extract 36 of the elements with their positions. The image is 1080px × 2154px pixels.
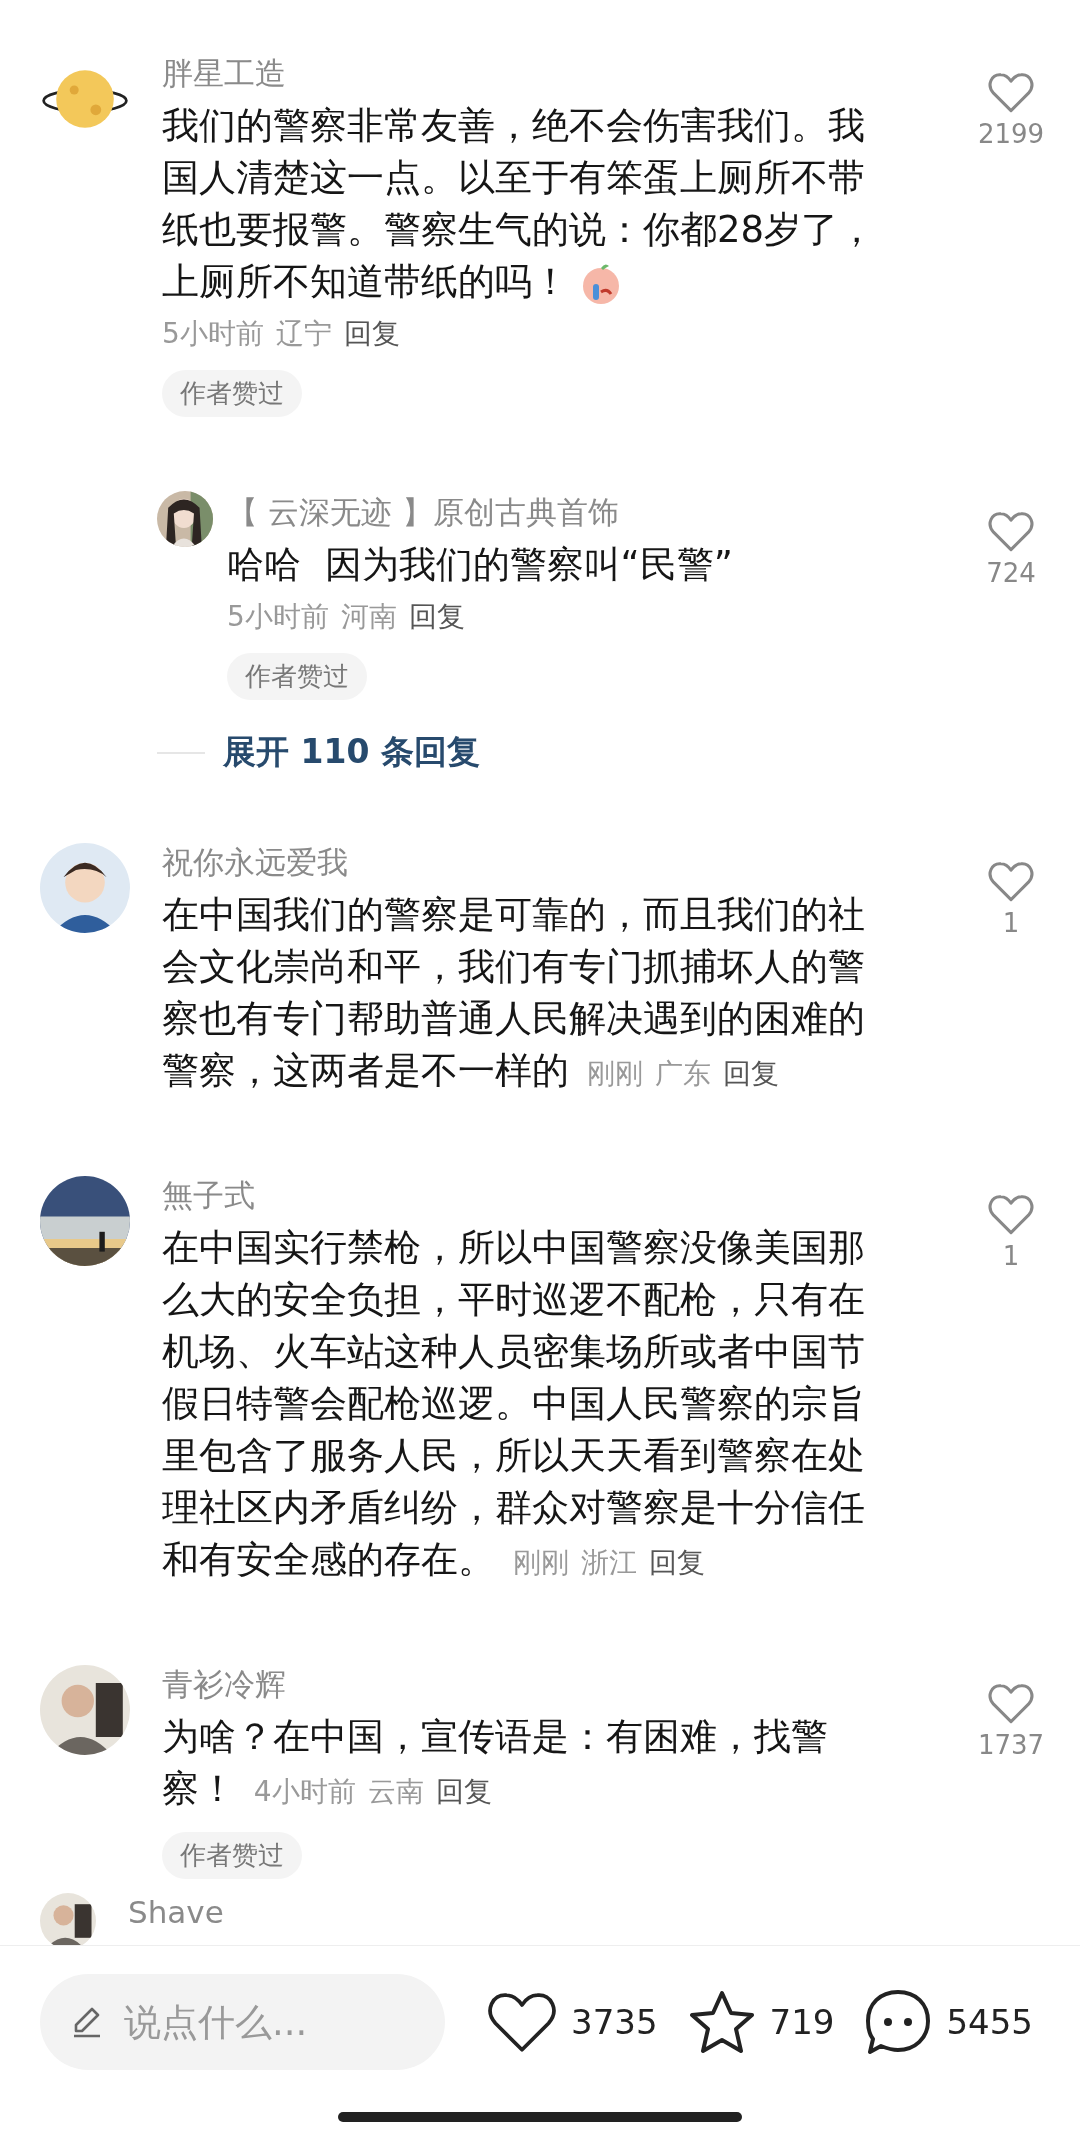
heart-icon[interactable] — [487, 1990, 557, 2054]
comment-location: 河南 — [340, 600, 397, 633]
comment-time: 刚刚 — [586, 1057, 643, 1090]
comment-location: 浙江 — [580, 1546, 637, 1579]
like-count: 1 — [1002, 908, 1020, 939]
comment-location: 辽宁 — [275, 317, 332, 350]
like-count: 1737 — [977, 1730, 1045, 1761]
comment-text: 为啥？在中国，宣传语是：有困难，找警察！ 4小时前 云南 回复 — [162, 1714, 829, 1812]
reply-link[interactable]: 回复 — [435, 1775, 492, 1808]
comment-total: 5455 — [946, 2002, 1033, 2042]
like-count: 2199 — [977, 119, 1045, 150]
comment-time: 5小时前 — [162, 317, 264, 350]
author-liked-badge: 作者赞过 — [162, 370, 302, 417]
like-total: 3735 — [571, 2002, 658, 2042]
author-liked-badge: 作者赞过 — [227, 653, 367, 700]
reply-link[interactable]: 回复 — [408, 600, 465, 633]
comment-location: 广东 — [654, 1057, 711, 1090]
expand-replies-link[interactable]: 展开 110 条回复 — [223, 730, 480, 775]
like-count: 1 — [1002, 1241, 1020, 1272]
favorite-total: 719 — [769, 2002, 835, 2042]
comment-time: 刚刚 — [512, 1546, 569, 1579]
comment-location: 云南 — [367, 1775, 424, 1808]
comment-time: 5小时前 — [227, 600, 329, 633]
comment-input[interactable]: 说点什么... — [40, 1974, 445, 2070]
comment-time: 4小时前 — [253, 1775, 356, 1808]
reply-link[interactable]: 回复 — [722, 1057, 779, 1090]
comment-text: 哈哈 因为我们的警察叫“民警” — [227, 542, 734, 588]
comment-text: 我们的警察非常友善，绝不会伤害我们。我国人清楚这一点。以至于有笨蛋上厕所不带纸也要报警。警察生气的说：你都28岁了，上厕所不知道带纸的吗！ — [162, 100, 878, 308]
comment-icon[interactable] — [864, 1988, 933, 2056]
like-count: 724 — [986, 558, 1036, 589]
reply-link[interactable]: 回复 — [648, 1546, 705, 1579]
star-icon[interactable] — [687, 1989, 756, 2055]
author-liked-badge: 作者赞过 — [162, 1832, 302, 1879]
comment-text: 在中国实行禁枪，所以中国警察没像美国那么大的安全负担，平时巡逻不配枪，只有在机场、火车站这种人员密集场所或者中国节假日特警会配枪巡逻。中国人民警察的宗旨里包含了服务人民，所以天天看到警察在处理社区内矛盾纠纷，群众对警察是十分信任和有安全感的存在。 刚刚 浙江 回复 — [162, 1225, 866, 1583]
reply-link[interactable]: 回复 — [343, 317, 400, 350]
comment-text: 在中国我们的警察是可靠的，而且我们的社会文化崇尚和平，我们有专门抓捕坏人的警察也有专门帮助普通人民解决遇到的困难的警察，这两者是不一样的 刚刚 广东 回复 — [162, 892, 866, 1094]
